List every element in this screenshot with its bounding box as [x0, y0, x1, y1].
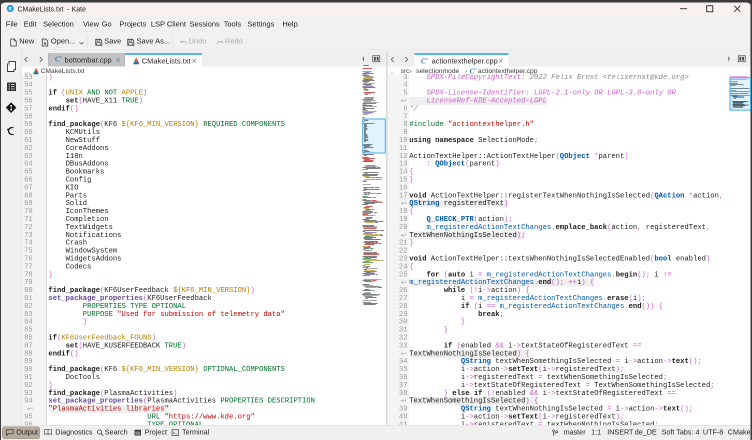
- svg-text:C: C: [55, 55, 60, 63]
- svg-text:C: C: [421, 57, 426, 65]
